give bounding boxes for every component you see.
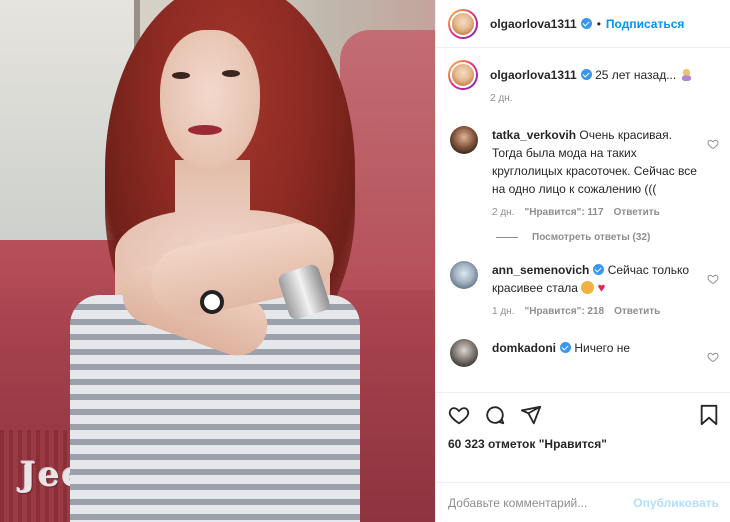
avatar-image <box>450 10 476 37</box>
reply-button[interactable]: Ответить <box>614 204 660 222</box>
reply-button[interactable]: Ответить <box>614 303 660 321</box>
verified-badge-icon <box>593 264 605 275</box>
comment-input[interactable] <box>448 495 634 510</box>
action-icons <box>448 403 719 429</box>
share-icon[interactable] <box>520 404 542 429</box>
comment-body: tatka_verkovih Очень красивая. Тогда был… <box>492 126 719 222</box>
comment-time[interactable]: 2 дн. <box>492 204 514 222</box>
header-separator: • <box>596 16 601 31</box>
comment-username[interactable]: ann_semenovich <box>492 263 589 277</box>
post-photo[interactable]: Jeep <box>0 0 435 522</box>
comment-like-heart-icon[interactable] <box>707 351 719 363</box>
instagram-post: Jeep olgaorlova1311 • Подписаться olgaor… <box>0 0 730 522</box>
heart-icon[interactable] <box>448 404 470 429</box>
smiling-face-icon <box>581 281 595 294</box>
author-username[interactable]: olgaorlova1311 <box>490 17 577 31</box>
comment-like-heart-icon[interactable] <box>707 273 719 285</box>
publish-button[interactable]: Опубликовать <box>633 496 719 510</box>
comment-body: ann_semenovich Сейчас только красивее ст… <box>492 261 719 321</box>
caption-row: olgaorlova1311 25 лет назад... 2 дн. <box>448 60 719 108</box>
comment-username[interactable]: domkadoni <box>492 341 556 355</box>
woman-shrugging-icon <box>680 68 693 82</box>
comment-like-heart-icon[interactable] <box>707 138 719 150</box>
caption-body: olgaorlova1311 25 лет назад... 2 дн. <box>490 60 719 108</box>
verified-badge-icon <box>560 342 572 353</box>
post-side-panel: olgaorlova1311 • Подписаться olgaorlova1… <box>435 0 730 522</box>
comment-time[interactable]: 1 дн. <box>492 303 514 321</box>
view-replies-button[interactable]: Посмотреть ответы (32) <box>496 232 719 243</box>
comment-avatar[interactable] <box>450 126 478 154</box>
comment-avatar[interactable] <box>450 261 478 289</box>
view-replies-label: Посмотреть ответы (32) <box>532 232 651 243</box>
comment-body: domkadoni Ничего не <box>492 339 719 367</box>
verified-badge-icon <box>580 69 592 80</box>
comment-likes-count[interactable]: "Нравится": 117 <box>524 204 603 222</box>
comment-meta: 1 дн. "Нравится": 218 Ответить <box>492 303 699 321</box>
photo-lips <box>188 125 222 135</box>
follow-button[interactable]: Подписаться <box>606 17 684 31</box>
comment-text: Ничего не <box>574 341 631 355</box>
bookmark-icon[interactable] <box>699 404 719 429</box>
photo-face <box>160 30 260 170</box>
caption-avatar[interactable] <box>448 60 478 90</box>
avatar-image <box>450 62 476 88</box>
comment-row: ann_semenovich Сейчас только красивее ст… <box>448 261 719 321</box>
photo-eye-left <box>172 72 190 79</box>
comment-avatar[interactable] <box>450 339 478 367</box>
comment-row: tatka_verkovih Очень красивая. Тогда был… <box>448 126 719 222</box>
red-heart-icon: ♥ <box>597 280 606 295</box>
caption-text: 25 лет назад... <box>595 68 677 82</box>
caption-username[interactable]: olgaorlova1311 <box>490 68 577 82</box>
verified-badge-icon <box>580 18 592 29</box>
post-actions: 60 323 отметок "Нравится" <box>436 392 730 462</box>
comments-list[interactable]: olgaorlova1311 25 лет назад... 2 дн. tat… <box>436 60 730 392</box>
replies-line <box>496 237 518 238</box>
add-comment-bar: Опубликовать <box>436 482 730 522</box>
post-header: olgaorlova1311 • Подписаться <box>436 0 730 48</box>
comment-meta: 2 дн. "Нравится": 117 Ответить <box>492 204 699 222</box>
comment-likes-count[interactable]: "Нравится": 218 <box>524 303 604 321</box>
photo-wristwatch <box>200 290 224 314</box>
comment-row: domkadoni Ничего не <box>448 339 719 367</box>
comment-icon[interactable] <box>484 404 506 429</box>
photo-eye-right <box>222 70 240 77</box>
likes-count[interactable]: 60 323 отметок "Нравится" <box>448 437 719 451</box>
caption-meta: 2 дн. <box>490 90 699 108</box>
caption-time[interactable]: 2 дн. <box>490 90 512 108</box>
comment-username[interactable]: tatka_verkovih <box>492 128 576 142</box>
author-avatar[interactable] <box>448 8 478 39</box>
